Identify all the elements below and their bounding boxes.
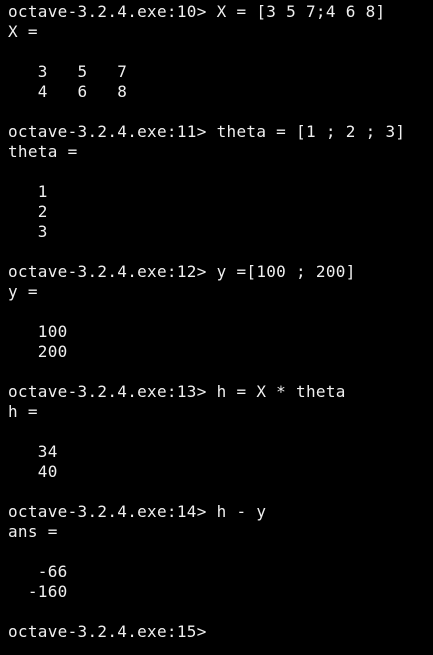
output-line: -160 — [8, 582, 68, 601]
output-line: 100 — [8, 322, 68, 341]
prompt-line: octave-3.2.4.exe:12> y =[100 ; 200] — [8, 262, 356, 281]
output-line: y = — [8, 282, 38, 301]
output-line: -66 — [8, 562, 68, 581]
terminal-window[interactable]: octave-3.2.4.exe:10> X = [3 5 7;4 6 8] X… — [0, 0, 433, 655]
output-line: 3 5 7 — [8, 62, 128, 81]
prompt-line: octave-3.2.4.exe:10> X = [3 5 7;4 6 8] — [8, 2, 386, 21]
output-line: 40 — [8, 462, 58, 481]
output-line: h = — [8, 402, 38, 421]
output-line: ans = — [8, 522, 58, 541]
output-line: 200 — [8, 342, 68, 361]
output-line: theta = — [8, 142, 78, 161]
prompt-line: octave-3.2.4.exe:11> theta = [1 ; 2 ; 3] — [8, 122, 406, 141]
output-line: X = — [8, 22, 38, 41]
output-line: 2 — [8, 202, 48, 221]
output-line: 34 — [8, 442, 58, 461]
active-prompt-line[interactable]: octave-3.2.4.exe:15> — [8, 622, 433, 642]
output-line: 4 6 8 — [8, 82, 128, 101]
output-line: 3 — [8, 222, 48, 241]
output-line: 1 — [8, 182, 48, 201]
prompt-line: octave-3.2.4.exe:14> h - y — [8, 502, 267, 521]
prompt-line: octave-3.2.4.exe:13> h = X * theta — [8, 382, 346, 401]
